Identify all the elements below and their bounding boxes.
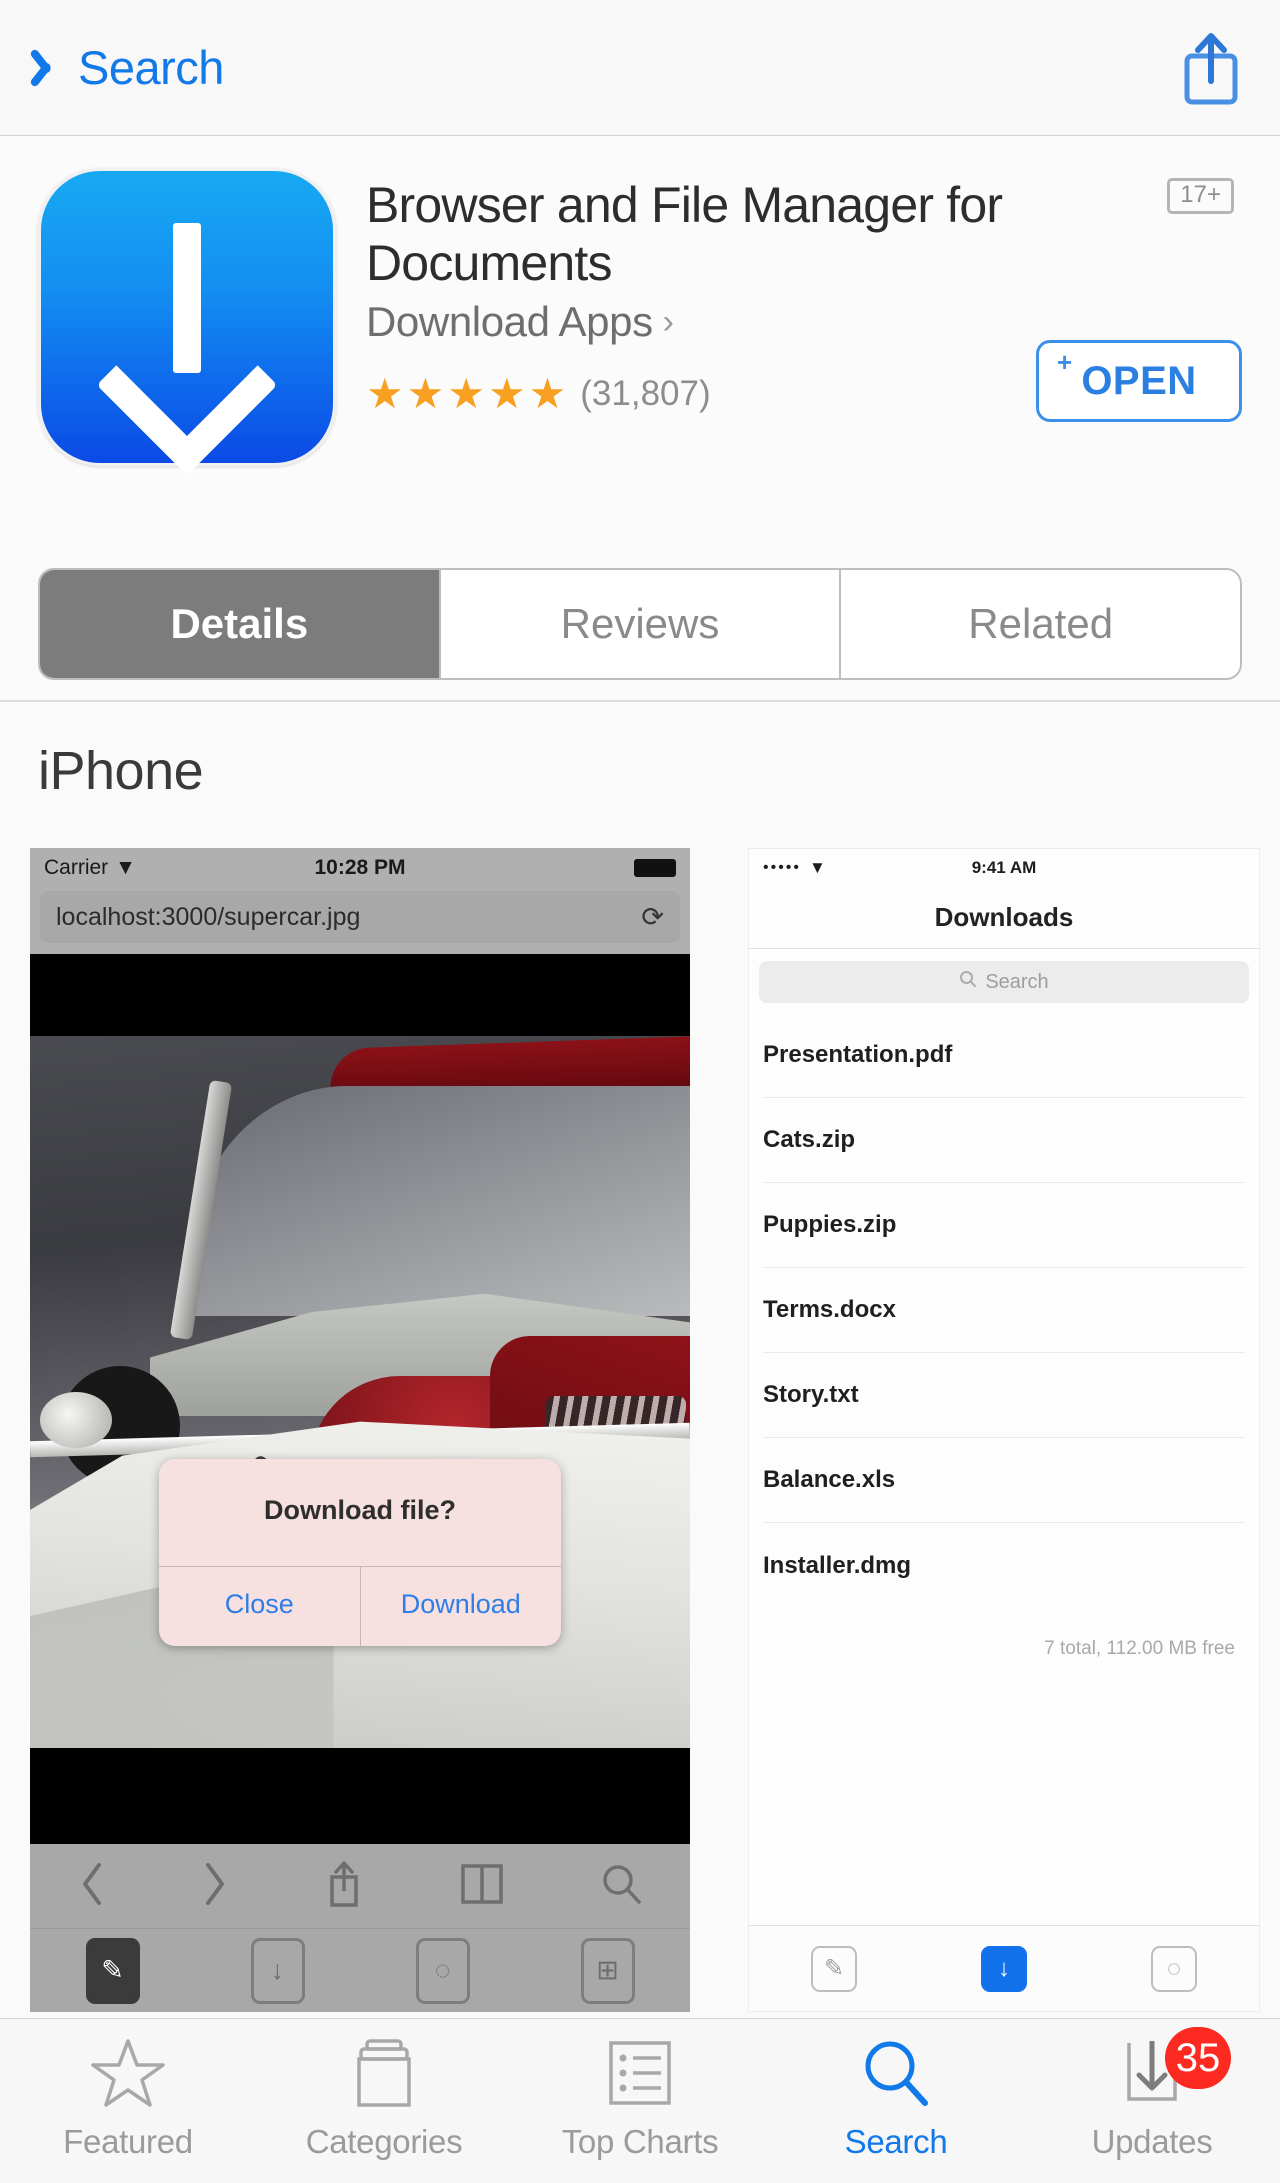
tab-label: Updates	[1091, 2123, 1213, 2160]
open-button[interactable]: + OPEN	[1036, 340, 1242, 422]
download-arrow-app-icon[interactable]	[38, 168, 336, 476]
back-icon[interactable]	[77, 1861, 107, 1912]
compass-icon[interactable]: ✎	[85, 1937, 140, 2004]
app-icon-arrow-head	[96, 294, 278, 476]
star-icon: ★	[406, 370, 445, 417]
forward-icon[interactable]	[200, 1861, 230, 1912]
page-title: iPhone	[38, 741, 204, 801]
star-rating-icons: ★ ★ ★ ★ ★	[366, 373, 566, 415]
reload-icon[interactable]: ⟳	[641, 902, 664, 933]
list-item[interactable]: Presentation.pdf	[763, 1013, 1245, 1098]
app-store-app-detail-page: Search Browser and File Manager for Docu…	[0, 0, 1280, 2183]
chevron-left-icon	[38, 45, 64, 91]
list-icon	[601, 2035, 679, 2113]
download-icon[interactable]: ↓	[981, 1945, 1027, 1992]
alert-buttons: Close Download	[159, 1566, 561, 1646]
tab-label: Search	[844, 2123, 948, 2160]
tab-search[interactable]: Search	[768, 2035, 1024, 2161]
search-placeholder: Search	[985, 970, 1049, 993]
letterbox-top	[30, 954, 690, 1036]
url-text: localhost:3000/supercar.jpg	[56, 902, 361, 931]
tab-label: Featured	[63, 2123, 193, 2160]
browser-photo-viewport: Download file? Close Download	[30, 954, 690, 1844]
car-headlight	[40, 1392, 112, 1448]
tab-label: Top Charts	[561, 2123, 719, 2160]
download-icon: 35	[1113, 2027, 1231, 2113]
bookmarks-icon[interactable]	[458, 1861, 506, 1912]
share-icon[interactable]	[324, 1859, 364, 1914]
car-windshield	[183, 1086, 690, 1316]
status-time: 9:41 AM	[971, 858, 1037, 877]
list-item[interactable]: Installer.dmg	[763, 1523, 1245, 1608]
tab-related[interactable]: Related	[841, 570, 1240, 678]
app-meta: Browser and File Manager for Documents 1…	[366, 168, 1242, 536]
alert-close-button[interactable]: Close	[159, 1567, 361, 1646]
star-icon: ★	[487, 370, 526, 417]
tab-updates[interactable]: 35 Updates	[1024, 2027, 1280, 2161]
star-icon: ★	[528, 370, 567, 417]
downloads-nav-title: Downloads	[749, 887, 1259, 949]
segmented-control: Details Reviews Related	[38, 568, 1242, 680]
age-rating-badge: 17+	[1167, 178, 1234, 214]
back-button-label: Search	[78, 41, 224, 94]
developer-name: Download Apps	[366, 298, 653, 345]
developer-link[interactable]: Download Apps ›	[366, 298, 1242, 346]
download-icon[interactable]: ↓	[250, 1937, 305, 2004]
url-field[interactable]: localhost:3000/supercar.jpg ⟳	[40, 891, 680, 943]
document-icon[interactable]: ◌	[1151, 1945, 1197, 1992]
list-item[interactable]: Puppies.zip	[763, 1183, 1245, 1268]
tab-reviews[interactable]: Reviews	[440, 570, 842, 678]
alert-title: Download file?	[264, 1495, 456, 1525]
browser-tab-bar: ✎ ↓ ◌ ⊞	[30, 1928, 690, 2012]
status-badge: 35	[1165, 2027, 1231, 2089]
tab-categories[interactable]: Categories	[256, 2035, 512, 2161]
storage-summary: 7 total, 112.00 MB free	[1044, 1638, 1235, 1659]
star-icon: ★	[447, 370, 485, 417]
tab-details[interactable]: Details	[40, 570, 441, 678]
bottom-tab-bar: Featured Categories Top Charts Search 35…	[0, 2018, 1280, 2183]
search-icon	[959, 970, 977, 994]
search-icon[interactable]	[599, 1861, 643, 1912]
list-item[interactable]: Terms.docx	[763, 1268, 1245, 1353]
alert-download-button[interactable]: Download	[361, 1567, 562, 1646]
grid-icon[interactable]: ⊞	[580, 1937, 635, 2004]
status-time: 10:28 PM	[314, 856, 406, 879]
browser-toolbar	[30, 1844, 690, 1928]
letterbox-bottom	[30, 1748, 690, 1844]
star-icon	[89, 2035, 167, 2113]
screenshot-browser[interactable]: Carrier ▼ 10:28 PM localhost:3000/superc…	[30, 848, 690, 2012]
search-field[interactable]: Search	[759, 961, 1249, 1003]
back-button[interactable]: Search	[38, 40, 224, 95]
list-item[interactable]: Balance.xls	[763, 1438, 1245, 1523]
rating-count: (31,807)	[580, 374, 711, 413]
compass-icon[interactable]: ✎	[811, 1945, 857, 1992]
document-icon[interactable]: ◌	[415, 1937, 470, 2004]
list-item[interactable]: Cats.zip	[763, 1098, 1245, 1183]
navigation-bar: Search	[0, 0, 1280, 136]
download-alert-dialog: Download file? Close Download	[159, 1459, 561, 1646]
tab-label: Categories	[305, 2123, 463, 2160]
in-app-purchase-plus-icon: +	[1057, 347, 1073, 377]
chevron-right-icon: ›	[662, 302, 674, 341]
search-icon	[857, 2035, 935, 2113]
rating-row: ★ ★ ★ ★ ★ (31,807)	[366, 373, 711, 415]
folder-icon	[345, 2035, 423, 2113]
browser-url-bar[interactable]: localhost:3000/supercar.jpg ⟳	[30, 888, 690, 954]
screenshot-downloads[interactable]: ••••• ▼ 9:41 AM Downloads Search Present…	[748, 848, 1260, 2012]
screenshot-gallery[interactable]: Carrier ▼ 10:28 PM localhost:3000/superc…	[0, 848, 1280, 2018]
battery-icon	[634, 859, 676, 877]
app-header: Browser and File Manager for Documents 1…	[0, 136, 1280, 536]
downloads-file-list: Presentation.pdf Cats.zip Puppies.zip Te…	[749, 1013, 1259, 1608]
tab-top-charts[interactable]: Top Charts	[512, 2035, 768, 2161]
screenshot-status-bar: Carrier ▼ 10:28 PM	[30, 848, 690, 888]
app-title: Browser and File Manager for Documents	[366, 177, 1003, 291]
tab-featured[interactable]: Featured	[0, 2035, 256, 2161]
star-icon: ★	[366, 370, 404, 417]
list-item[interactable]: Story.txt	[763, 1353, 1245, 1438]
share-icon[interactable]	[1180, 29, 1242, 107]
open-button-label: OPEN	[1081, 358, 1197, 403]
section-divider	[0, 700, 1280, 702]
downloads-tab-bar: ✎ ↓ ◌	[749, 1925, 1259, 2011]
screenshot-status-bar: ••••• ▼ 9:41 AM	[749, 849, 1259, 887]
